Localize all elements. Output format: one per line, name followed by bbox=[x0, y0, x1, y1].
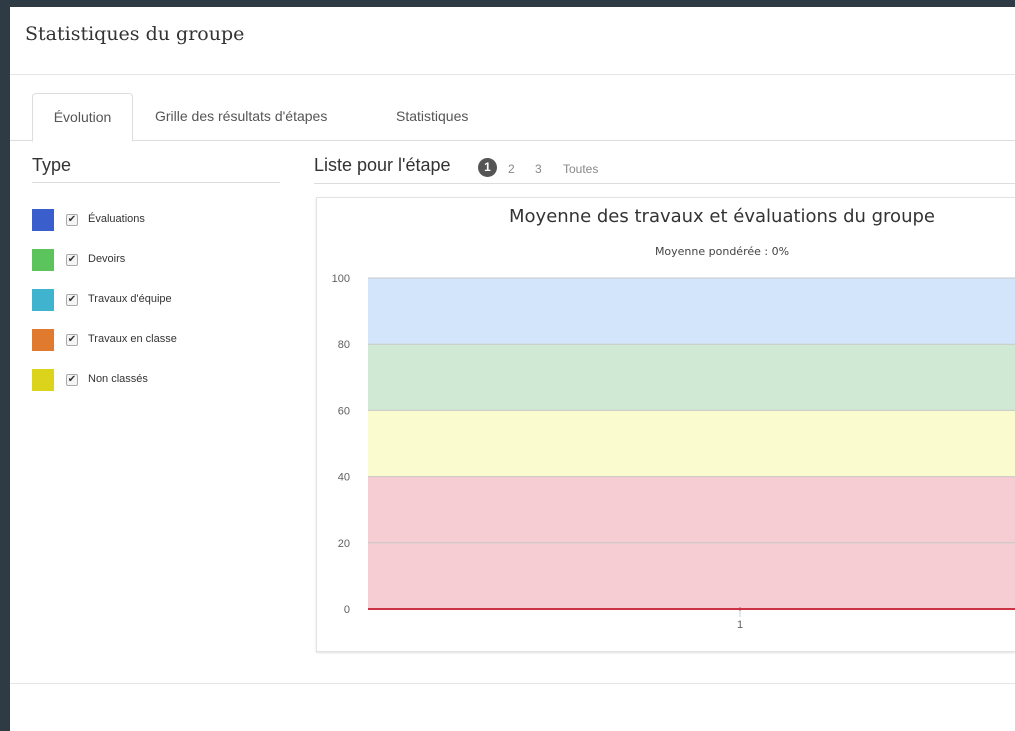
tab-evolution[interactable]: Évolution bbox=[32, 93, 133, 142]
tab-bar: Évolution Grille des résultats d'étapes … bbox=[10, 93, 1015, 142]
chart-subtitle: Moyenne pondérée : 0% bbox=[655, 245, 789, 258]
statistics-panel: Statistiques du groupe Évolution Grille … bbox=[10, 7, 1015, 731]
type-heading: Type bbox=[32, 155, 280, 183]
panel-header: Statistiques du groupe bbox=[10, 7, 1015, 75]
tab-statistiques[interactable]: Statistiques bbox=[396, 93, 468, 141]
y-tick-label: 0 bbox=[344, 604, 350, 616]
plot-band bbox=[368, 278, 1015, 345]
y-tick-label: 60 bbox=[338, 405, 350, 417]
plot-band bbox=[368, 410, 1015, 477]
footer-divider bbox=[10, 683, 1015, 684]
y-tick-label: 20 bbox=[338, 538, 350, 550]
series-point bbox=[738, 607, 742, 611]
tab-grille-resultats[interactable]: Grille des résultats d'étapes bbox=[155, 93, 327, 141]
legend-color-swatch bbox=[32, 289, 54, 311]
chart-title: Moyenne des travaux et évaluations du gr… bbox=[509, 206, 935, 227]
y-tick-label: 40 bbox=[338, 472, 350, 484]
chart-container: 0 20 40 60 80 100 Moyenne des travaux et évalu… bbox=[316, 197, 1015, 652]
average-chart: 0 20 40 60 80 100 Moyenne des travaux et évalu… bbox=[332, 206, 1015, 631]
y-tick-label: 80 bbox=[338, 339, 350, 351]
page-title: Statistiques du groupe bbox=[25, 23, 245, 45]
legend-label: Évaluations bbox=[88, 213, 145, 225]
legend-color-swatch bbox=[32, 209, 54, 231]
step-badge-current[interactable]: 1 bbox=[478, 158, 497, 177]
legend-checkbox[interactable]: ✔ bbox=[66, 254, 78, 266]
legend-color-swatch bbox=[32, 369, 54, 391]
legend-color-swatch bbox=[32, 249, 54, 271]
step-selector: Liste pour l'étape 1 2 3 Toutes bbox=[314, 152, 1015, 184]
step-link-2[interactable]: 2 bbox=[508, 162, 515, 176]
legend-checkbox[interactable]: ✔ bbox=[66, 334, 78, 346]
legend-label: Non classés bbox=[88, 373, 148, 385]
step-list-title: Liste pour l'étape bbox=[314, 155, 451, 175]
legend-label: Travaux d'équipe bbox=[88, 293, 172, 305]
legend-label: Travaux en classe bbox=[88, 333, 177, 345]
y-tick-label: 100 bbox=[332, 273, 350, 285]
plot-band bbox=[368, 344, 1015, 411]
step-link-3[interactable]: 3 bbox=[535, 162, 542, 176]
legend-color-swatch bbox=[32, 329, 54, 351]
legend-checkbox[interactable]: ✔ bbox=[66, 374, 78, 386]
step-link-toutes[interactable]: Toutes bbox=[563, 162, 598, 176]
legend-checkbox[interactable]: ✔ bbox=[66, 294, 78, 306]
legend-checkbox[interactable]: ✔ bbox=[66, 214, 78, 226]
legend-label: Devoirs bbox=[88, 253, 126, 265]
x-tick-label: 1 bbox=[737, 619, 743, 631]
